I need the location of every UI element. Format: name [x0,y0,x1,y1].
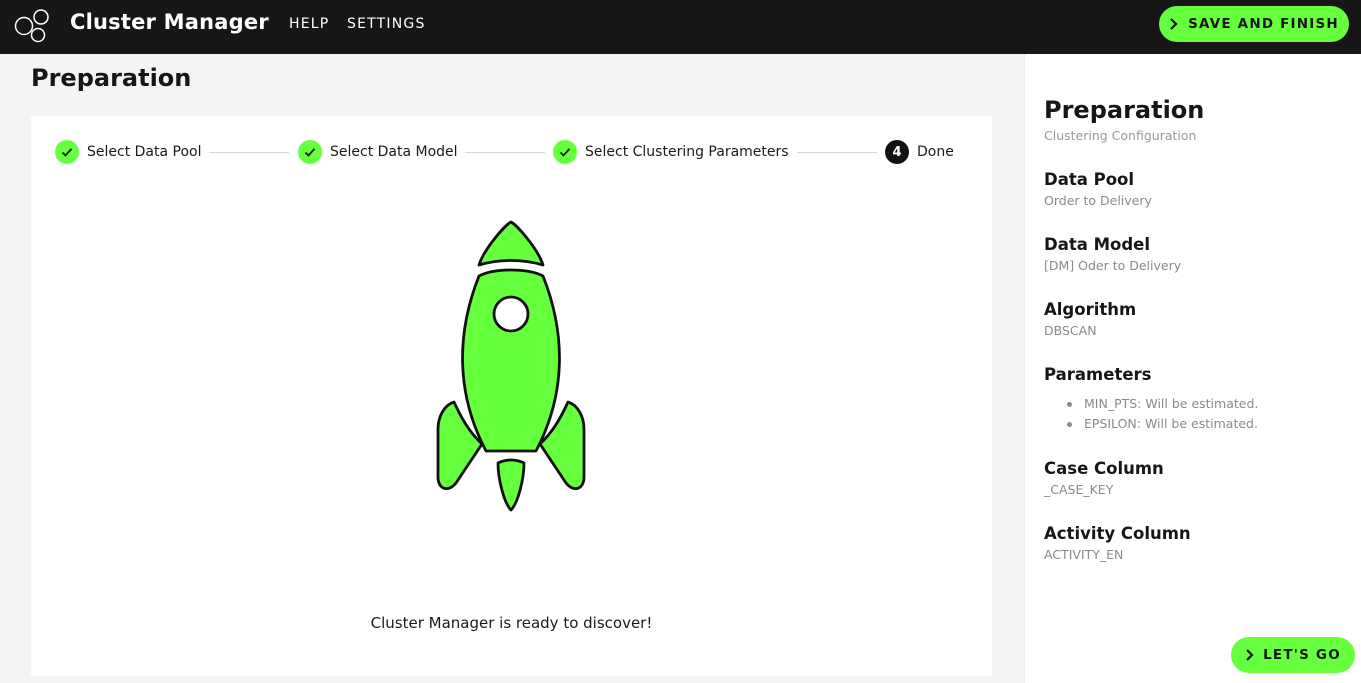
data-pool-heading: Data Pool [1044,170,1135,189]
step-label: Select Data Pool [87,144,202,160]
save-and-finish-button[interactable]: SAVE AND FINISH [1159,6,1349,42]
main-card: Select Data Pool Select Data Model Selec… [31,116,992,676]
step-number-badge: 4 [885,140,909,164]
data-model-value: [DM] Oder to Delivery [1044,258,1182,273]
list-item: MIN_PTS: Will be estimated. [1065,396,1258,416]
summary-title: Preparation [1044,96,1205,124]
nav-settings-link[interactable]: SETTINGS [347,16,426,32]
page-title: Preparation [31,64,192,92]
case-column-heading: Case Column [1044,459,1164,478]
check-icon [298,140,322,164]
step-select-data-pool[interactable]: Select Data Pool [55,139,201,165]
algorithm-heading: Algorithm [1044,300,1137,319]
parameters-heading: Parameters [1044,365,1152,384]
step-connector [465,152,545,153]
case-column-value: _CASE_KEY [1044,482,1114,497]
lets-go-button[interactable]: LET'S GO [1231,637,1355,673]
step-label: Select Clustering Parameters [585,144,789,160]
chevron-right-icon [1246,649,1254,661]
nav-help-link[interactable]: HELP [289,16,329,32]
chevron-right-icon [1170,18,1178,30]
summary-subtitle: Clustering Configuration [1044,128,1197,143]
ready-message: Cluster Manager is ready to discover! [370,614,653,632]
step-done[interactable]: 4 Done [885,139,954,165]
data-model-heading: Data Model [1044,235,1151,254]
algorithm-value: DBSCAN [1044,323,1097,338]
step-connector [209,152,289,153]
check-icon [553,140,577,164]
bubbles-logo-icon [14,9,49,43]
step-label: Done [917,144,954,160]
list-item: EPSILON: Will be estimated. [1065,416,1258,436]
check-icon [55,140,79,164]
summary-panel: Preparation Clustering Configuration Dat… [1024,54,1361,683]
rocket-icon [436,220,586,512]
save-and-finish-label: SAVE AND FINISH [1188,16,1339,32]
top-bar: Cluster Manager HELP SETTINGS SAVE AND F… [0,0,1361,54]
step-select-data-model[interactable]: Select Data Model [298,139,458,165]
lets-go-label: LET'S GO [1263,647,1341,663]
step-select-clustering-parameters[interactable]: Select Clustering Parameters [553,139,789,165]
app-title: Cluster Manager [70,10,269,34]
step-connector [797,152,877,153]
activity-column-heading: Activity Column [1044,524,1191,543]
data-pool-value: Order to Delivery [1044,193,1152,208]
step-label: Select Data Model [330,144,458,160]
parameters-list: MIN_PTS: Will be estimated. EPSILON: Wil… [1065,396,1258,436]
activity-column-value: ACTIVITY_EN [1044,547,1124,562]
